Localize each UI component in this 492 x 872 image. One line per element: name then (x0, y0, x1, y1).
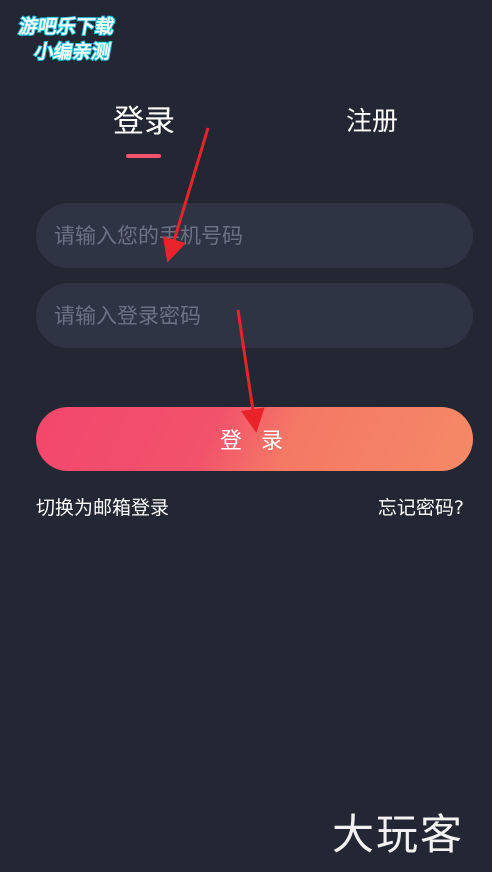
active-tab-indicator (126, 154, 161, 158)
switch-to-email-link[interactable]: 切换为邮箱登录 (36, 493, 169, 520)
password-input[interactable] (36, 283, 473, 348)
tab-login[interactable]: 登录 (100, 100, 188, 150)
watermark-logo: 游吧乐下载 小编亲测 (8, 10, 150, 64)
phone-input[interactable] (36, 203, 473, 268)
watermark-line2: 小编亲测 (33, 40, 113, 63)
tab-register[interactable]: 注册 (330, 100, 414, 150)
watermark-line1: 游吧乐下载 (17, 15, 116, 38)
login-button[interactable]: 登 录 (36, 407, 473, 471)
watermark-bottom: 大玩客 (332, 810, 465, 859)
forgot-password-link[interactable]: 忘记密码? (378, 493, 464, 520)
auth-tabs: 登录 注册 (0, 100, 492, 170)
